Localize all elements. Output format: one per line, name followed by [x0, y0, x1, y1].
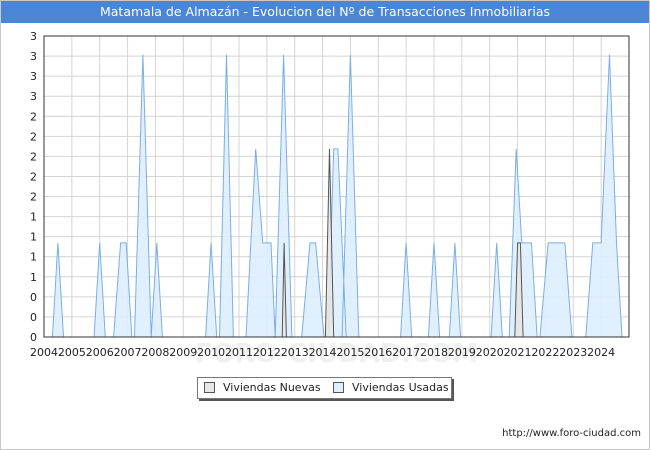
x-tick-label: 2010 — [197, 346, 225, 359]
source-url: http://www.foro-ciudad.com — [502, 428, 641, 439]
x-tick-label: 2011 — [225, 346, 253, 359]
x-tick-label: 2015 — [336, 346, 364, 359]
legend-item-usadas: Viviendas Usadas — [333, 381, 449, 394]
x-tick-label: 2021 — [504, 346, 532, 359]
legend-label-nuevas: Viviendas Nuevas — [223, 381, 321, 394]
legend: Viviendas Nuevas Viviendas Usadas — [197, 377, 452, 399]
y-tick-label: 1 — [30, 231, 37, 244]
x-tick-label: 2007 — [114, 346, 142, 359]
x-tick-label: 2006 — [86, 346, 114, 359]
x-tick-label: 2016 — [364, 346, 392, 359]
y-tick-label: 1 — [30, 251, 37, 264]
x-tick-label: 2022 — [531, 346, 559, 359]
x-tick-label: 2005 — [58, 346, 86, 359]
x-tick-label: 2014 — [309, 346, 337, 359]
legend-label-usadas: Viviendas Usadas — [352, 381, 449, 394]
y-tick-label: 0 — [30, 291, 37, 304]
x-tick-label: 2018 — [420, 346, 448, 359]
x-tick-label: 2008 — [141, 346, 169, 359]
x-tick-label: 2023 — [559, 346, 587, 359]
legend-swatch-usadas — [333, 382, 344, 393]
x-tick-label: 2019 — [448, 346, 476, 359]
x-tick-label: 2004 — [30, 346, 58, 359]
x-tick-label: 2024 — [587, 346, 615, 359]
y-tick-label: 2 — [30, 191, 37, 204]
y-tick-label: 2 — [30, 130, 37, 143]
y-tick-label: 3 — [30, 50, 37, 63]
y-tick-label: 0 — [30, 331, 37, 344]
y-tick-label: 3 — [30, 30, 37, 43]
y-tick-label: 3 — [30, 70, 37, 83]
legend-swatch-nuevas — [204, 382, 215, 393]
y-tick-label: 2 — [30, 110, 37, 123]
y-tick-label: 3 — [30, 90, 37, 103]
x-tick-label: 2020 — [476, 346, 504, 359]
x-tick-label: 2012 — [253, 346, 281, 359]
x-tick-label: 2013 — [281, 346, 309, 359]
x-tick-label: 2009 — [169, 346, 197, 359]
y-tick-label: 0 — [30, 311, 37, 324]
y-tick-label: 2 — [30, 150, 37, 163]
y-tick-label: 1 — [30, 211, 37, 224]
y-tick-label: 1 — [30, 271, 37, 284]
y-tick-label: 2 — [30, 170, 37, 183]
legend-item-nuevas: Viviendas Nuevas — [204, 381, 321, 394]
x-tick-label: 2017 — [392, 346, 420, 359]
